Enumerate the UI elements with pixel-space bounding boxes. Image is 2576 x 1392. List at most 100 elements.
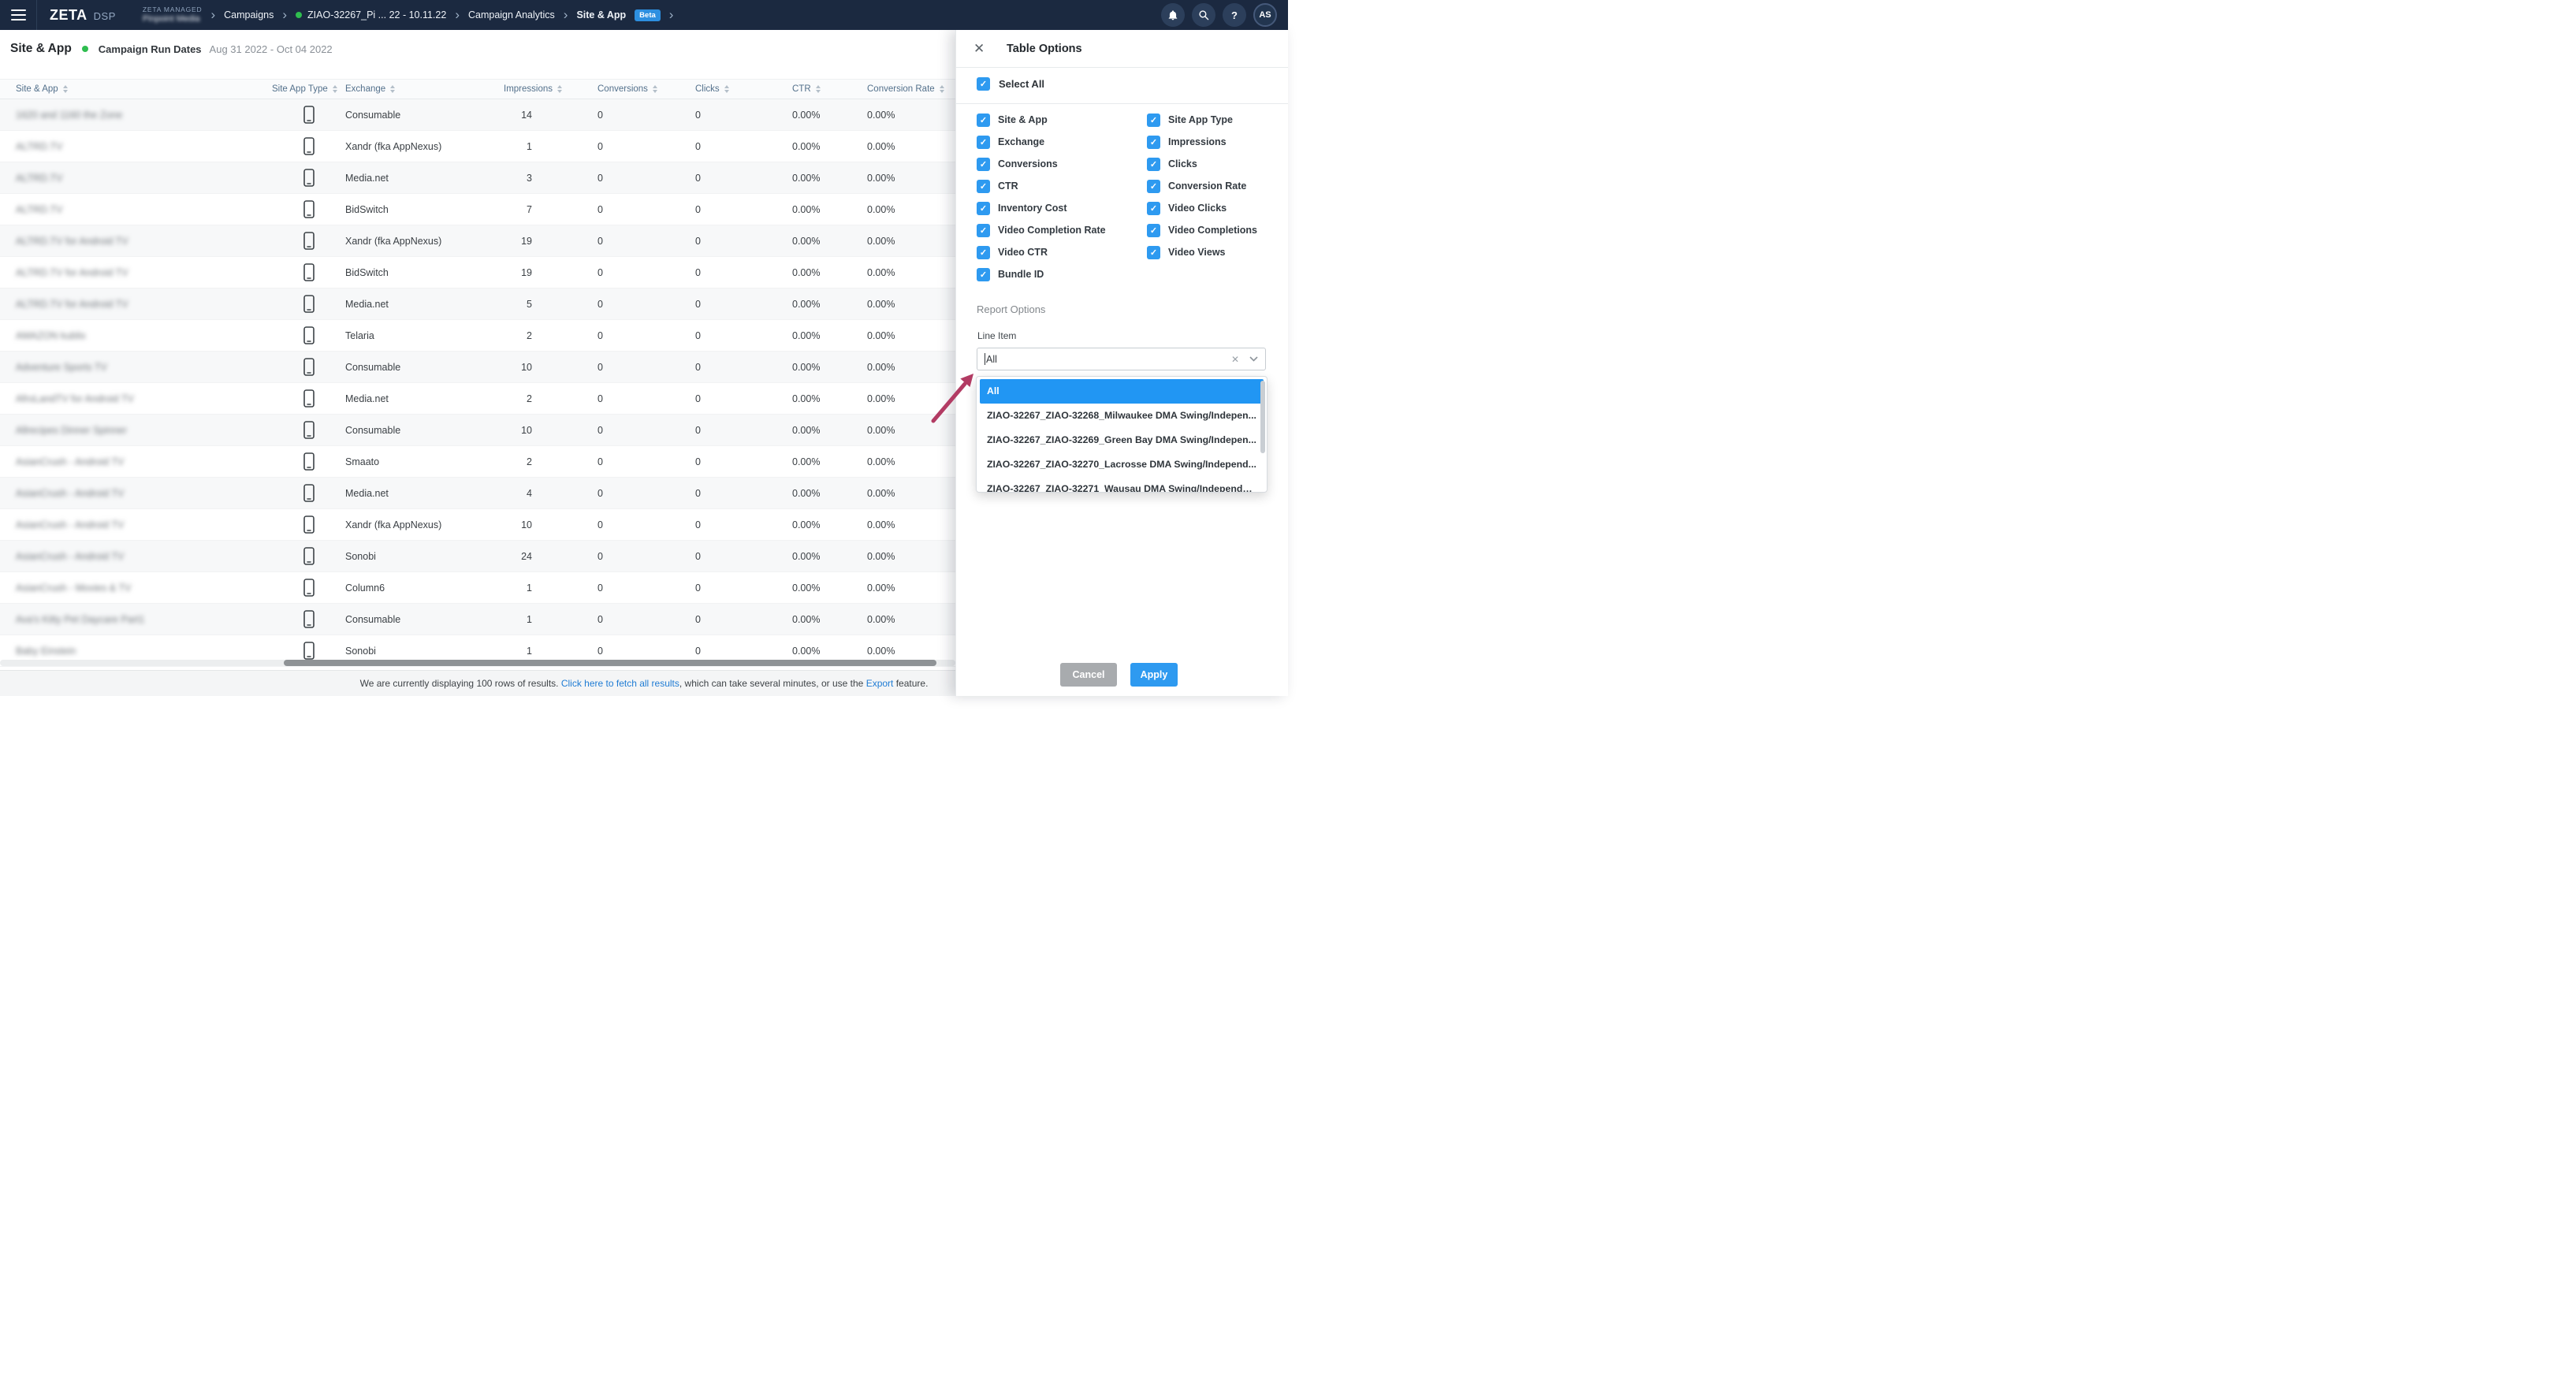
checkbox-checked-icon[interactable]: ✓: [1147, 224, 1160, 237]
checkbox-checked-icon[interactable]: ✓: [977, 136, 990, 149]
column-header-conversions[interactable]: Conversions: [597, 84, 695, 94]
column-toggle-video-completions[interactable]: ✓Video Completions: [1147, 219, 1257, 241]
checkbox-checked-icon[interactable]: ✓: [977, 158, 990, 171]
dropdown-option-line-item[interactable]: ZIAO-32267_ZIAO-32270_Lacrosse DMA Swing…: [980, 452, 1264, 477]
checkbox-checked-icon[interactable]: ✓: [1147, 158, 1160, 171]
table-row[interactable]: AsianCrush - Android TVXandr (fka AppNex…: [0, 509, 955, 541]
table-row[interactable]: AsianCrush - Android TVMedia.net4000.00%…: [0, 478, 955, 509]
help-icon[interactable]: ?: [1223, 3, 1246, 27]
clear-selection-icon[interactable]: ✕: [1231, 354, 1239, 365]
column-toggle-video-clicks[interactable]: ✓Video Clicks: [1147, 197, 1257, 219]
search-icon[interactable]: [1192, 3, 1215, 27]
table-row[interactable]: Ava's Kitty Pet Daycare Part1Consumable1…: [0, 604, 955, 635]
table-row[interactable]: AsianCrush - Movies & TVColumn61000.00%0…: [0, 572, 955, 604]
table-row[interactable]: ALTRD.TVXandr (fka AppNexus)1000.00%0.00…: [0, 131, 955, 162]
table-row[interactable]: AsianCrush - Android TVSonobi24000.00%0.…: [0, 541, 955, 572]
table-row[interactable]: 1620 and 1160 the ZoneConsumable14000.00…: [0, 99, 955, 131]
table-row[interactable]: AfroLandTV for Android TVMedia.net2000.0…: [0, 383, 955, 415]
checkbox-checked-icon[interactable]: ✓: [977, 180, 990, 193]
checkbox-checked-icon[interactable]: ✓: [1147, 246, 1160, 259]
column-toggle-clicks[interactable]: ✓Clicks: [1147, 153, 1257, 175]
sort-icon[interactable]: [653, 85, 657, 93]
checkbox-checked-icon[interactable]: ✓: [977, 77, 990, 91]
column-toggle-video-completion-rate[interactable]: ✓Video Completion Rate: [977, 219, 1106, 241]
checkbox-checked-icon[interactable]: ✓: [977, 202, 990, 215]
column-toggle-ctr[interactable]: ✓CTR: [977, 175, 1106, 197]
column-toggle-site-app[interactable]: ✓ Site & App: [977, 109, 1106, 131]
column-toggle-conversions[interactable]: ✓Conversions: [977, 153, 1106, 175]
dropdown-option-line-item[interactable]: ZIAO-32267_ZIAO-32269_Green Bay DMA Swin…: [980, 428, 1264, 452]
checkbox-checked-icon[interactable]: ✓: [1147, 114, 1160, 127]
column-header-ctr[interactable]: CTR: [792, 84, 867, 94]
table-row[interactable]: ALTRD.TVBidSwitch7000.00%0.00%: [0, 194, 955, 225]
column-header-exchange[interactable]: Exchange: [345, 84, 504, 94]
column-header-clicks[interactable]: Clicks: [695, 84, 792, 94]
dropdown-scrollbar-thumb[interactable]: [1260, 381, 1265, 453]
clicks-cell: 0: [695, 110, 792, 121]
breadcrumb-campaign-analytics[interactable]: Campaign Analytics: [468, 9, 555, 20]
mobile-device-icon: [303, 642, 315, 660]
sort-icon[interactable]: [390, 85, 395, 93]
clicks-cell: 0: [695, 393, 792, 404]
user-avatar[interactable]: AS: [1253, 3, 1277, 27]
checkbox-checked-icon[interactable]: ✓: [977, 246, 990, 259]
table-row[interactable]: AMAZON kublixTelaria2000.00%0.00%: [0, 320, 955, 352]
magnifier-icon: [1198, 9, 1209, 20]
conversions-cell: 0: [597, 330, 695, 341]
close-icon[interactable]: ✕: [973, 41, 989, 57]
select-all-toggle[interactable]: ✓ Select All: [977, 77, 1044, 91]
fetch-all-results-link[interactable]: Click here to fetch all results: [561, 678, 679, 689]
apply-button[interactable]: Apply: [1130, 663, 1178, 687]
checkbox-checked-icon[interactable]: ✓: [977, 224, 990, 237]
table-row[interactable]: AsianCrush - Android TVSmaato2000.00%0.0…: [0, 446, 955, 478]
table-row[interactable]: ALTRD.TV for Android TVXandr (fka AppNex…: [0, 225, 955, 257]
checkbox-checked-icon[interactable]: ✓: [1147, 180, 1160, 193]
checkbox-checked-icon[interactable]: ✓: [977, 114, 990, 127]
sort-icon[interactable]: [557, 85, 562, 93]
breadcrumb-site-and-app[interactable]: Site & App Beta: [576, 9, 660, 21]
column-toggle-inventory-cost[interactable]: ✓Inventory Cost: [977, 197, 1106, 219]
exchange-cell: Column6: [345, 582, 504, 594]
sort-icon[interactable]: [940, 85, 944, 93]
table-row[interactable]: ALTRD.TVMedia.net3000.00%0.00%: [0, 162, 955, 194]
checkbox-checked-icon[interactable]: ✓: [1147, 202, 1160, 215]
column-header-site-app[interactable]: Site & App: [16, 84, 272, 94]
column-toggle-conversion-rate[interactable]: ✓Conversion Rate: [1147, 175, 1257, 197]
breadcrumb-campaigns[interactable]: Campaigns: [224, 9, 274, 20]
checkbox-checked-icon[interactable]: ✓: [1147, 136, 1160, 149]
table-row[interactable]: Allrecipes Dinner SpinnerConsumable10000…: [0, 415, 955, 446]
sort-icon[interactable]: [63, 85, 68, 93]
column-header-impressions[interactable]: Impressions: [504, 84, 597, 94]
dropdown-option-all[interactable]: All: [980, 379, 1264, 404]
sort-icon[interactable]: [333, 85, 337, 93]
sort-icon[interactable]: [816, 85, 821, 93]
zeta-dsp-logo[interactable]: ZETA DSP: [50, 7, 116, 24]
dropdown-option-line-item[interactable]: ZIAO-32267_ZIAO-32268_Milwaukee DMA Swin…: [980, 404, 1264, 428]
line-item-select[interactable]: All ✕: [977, 348, 1266, 370]
cancel-button[interactable]: Cancel: [1060, 663, 1117, 687]
checkbox-checked-icon[interactable]: ✓: [977, 268, 990, 281]
site-app-type-cell: [272, 263, 345, 281]
table-row[interactable]: Adventure Sports TVConsumable10000.00%0.…: [0, 352, 955, 383]
column-header-site-app-type[interactable]: Site App Type: [272, 84, 345, 94]
breadcrumb-managed-account[interactable]: ZETA MANAGED Pinpoint Media: [143, 6, 203, 24]
table-row[interactable]: ALTRD.TV for Android TVBidSwitch19000.00…: [0, 257, 955, 288]
export-link[interactable]: Export: [866, 678, 894, 689]
column-toggle-bundle-id[interactable]: ✓Bundle ID: [977, 263, 1106, 285]
table-row[interactable]: ALTRD.TV for Android TVMedia.net5000.00%…: [0, 288, 955, 320]
notifications-bell-icon[interactable]: [1161, 3, 1185, 27]
ctr-cell: 0.00%: [792, 330, 867, 341]
column-toggle-exchange[interactable]: ✓Exchange: [977, 131, 1106, 153]
checkbox-label: Site & App: [998, 114, 1048, 125]
column-toggle-site-app-type[interactable]: ✓Site App Type: [1147, 109, 1257, 131]
chevron-down-icon[interactable]: [1249, 356, 1258, 362]
breadcrumb-campaign[interactable]: ZIAO-32267_Pi ... 22 - 10.11.22: [296, 9, 446, 20]
column-toggle-video-views[interactable]: ✓Video Views: [1147, 241, 1257, 263]
horizontal-scrollbar-track[interactable]: [0, 660, 955, 666]
hamburger-menu-icon[interactable]: [0, 0, 36, 30]
sort-icon[interactable]: [724, 85, 729, 93]
column-toggle-video-ctr[interactable]: ✓Video CTR: [977, 241, 1106, 263]
horizontal-scrollbar-thumb[interactable]: [284, 660, 936, 666]
column-toggle-impressions[interactable]: ✓Impressions: [1147, 131, 1257, 153]
dropdown-option-line-item[interactable]: ZIAO-32267_ZIAO-32271_Wausau DMA Swing/I…: [980, 477, 1264, 493]
